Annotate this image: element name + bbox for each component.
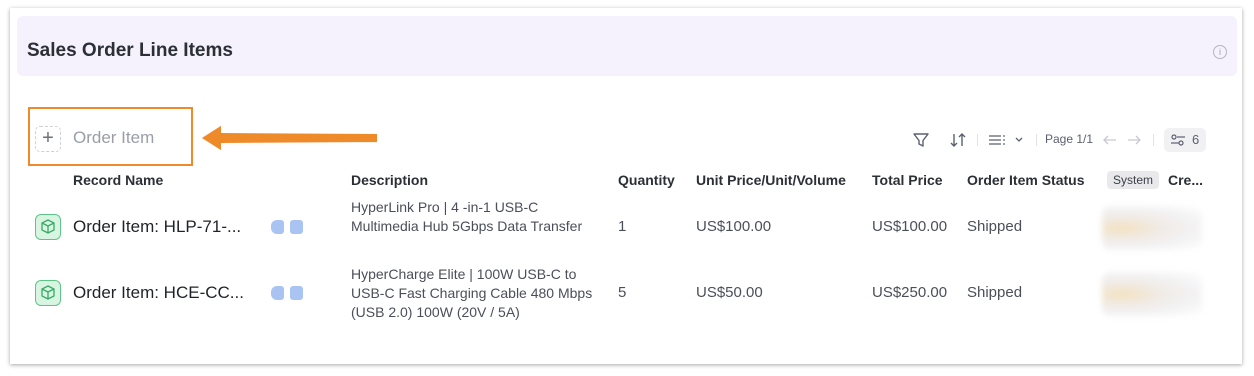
prev-page-icon[interactable] xyxy=(1102,133,1118,147)
row-status: Shipped xyxy=(967,284,1023,301)
columns-button[interactable] xyxy=(1164,128,1206,152)
info-icon[interactable]: i xyxy=(1213,45,1227,59)
order-item-icon xyxy=(35,214,61,240)
add-order-item-button[interactable]: Order Item xyxy=(73,128,154,148)
row-quantity: 1 xyxy=(618,218,627,235)
columns-icon xyxy=(1171,134,1185,146)
row-unit-price: US$50.00 xyxy=(696,284,763,301)
sort-icon[interactable] xyxy=(948,131,968,149)
toolbar-divider xyxy=(977,134,978,146)
section-title: Sales Order Line Items xyxy=(27,40,233,61)
row-status: Shipped xyxy=(967,218,1023,235)
header-total-price[interactable]: Total Price xyxy=(872,172,943,188)
system-badge: System xyxy=(1107,171,1160,189)
plus-icon[interactable]: + xyxy=(35,126,61,152)
header-created[interactable]: Cre... xyxy=(1168,172,1203,188)
header-quantity[interactable]: Quantity xyxy=(618,172,675,188)
header-status[interactable]: Order Item Status xyxy=(967,172,1084,188)
column-count: 6 xyxy=(1192,132,1200,147)
section-header: Sales Order Line Items i xyxy=(17,16,1237,76)
redacted-created xyxy=(1102,272,1202,316)
tag-pill xyxy=(290,220,303,234)
callout-arrow xyxy=(198,122,379,154)
record-name-link[interactable]: Order Item: HLP-71-... xyxy=(73,217,241,237)
record-name-link[interactable]: Order Item: HCE-CC... xyxy=(73,283,244,303)
row-description: HyperCharge Elite | 100W USB-C to USB-C … xyxy=(351,266,593,320)
tag-pill xyxy=(271,220,284,234)
row-total-price: US$250.00 xyxy=(872,284,948,301)
header-unit-price[interactable]: Unit Price/Unit/Volume xyxy=(696,172,846,188)
page-indicator: Page 1/1 xyxy=(1045,132,1094,146)
toolbar-divider xyxy=(1153,134,1154,146)
view-options-icon[interactable] xyxy=(988,133,1028,147)
header-record-name[interactable]: Record Name xyxy=(73,172,163,188)
toolbar-divider xyxy=(1036,134,1037,146)
row-description: HyperLink Pro | 4 -in-1 USB-C Multimedia… xyxy=(351,199,583,234)
next-page-icon[interactable] xyxy=(1126,133,1142,147)
row-quantity: 5 xyxy=(618,284,627,301)
row-total-price: US$100.00 xyxy=(872,218,948,235)
redacted-created xyxy=(1102,206,1202,250)
row-unit-price: US$100.00 xyxy=(696,218,772,235)
tag-pill xyxy=(271,286,284,300)
filter-icon[interactable] xyxy=(912,131,930,149)
order-item-icon xyxy=(35,280,61,306)
header-description[interactable]: Description xyxy=(351,172,428,188)
tag-pill xyxy=(290,286,303,300)
